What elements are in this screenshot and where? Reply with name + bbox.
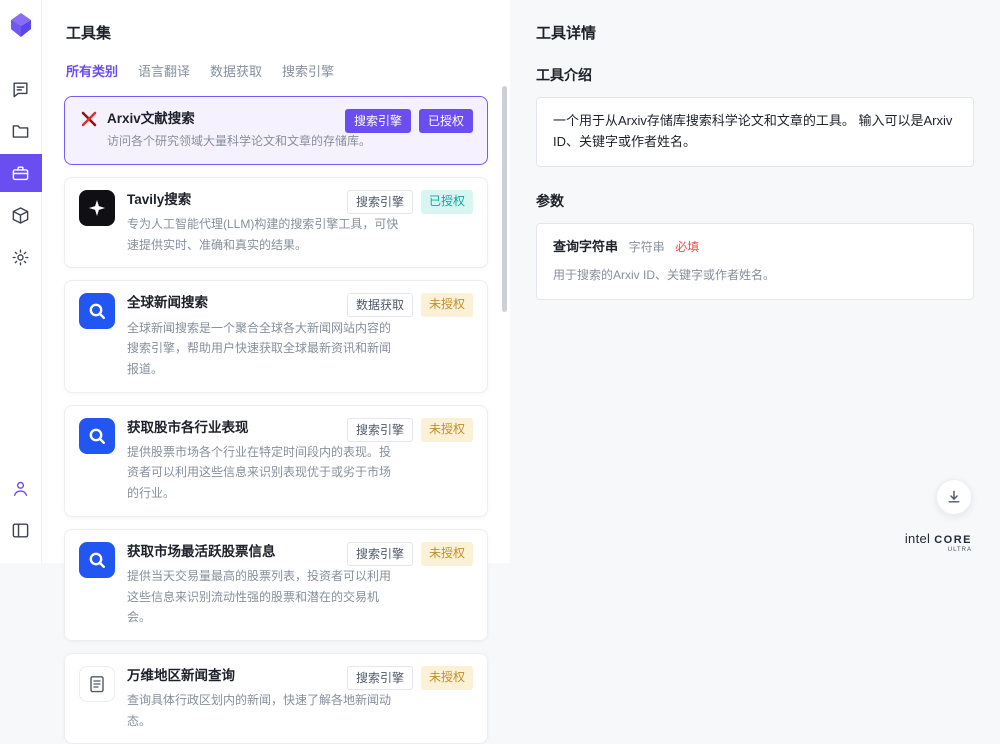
category-badge: 搜索引擎 bbox=[347, 190, 413, 214]
app-window: 工具集 所有类别 语言翻译 数据获取 搜索引擎 Arxiv文献搜索 访 bbox=[0, 0, 1000, 563]
package-icon bbox=[11, 206, 30, 225]
category-badge: 搜索引擎 bbox=[347, 418, 413, 442]
tool-card-description: 提供股票市场各个行业在特定时间段内的表现。投资者可以利用这些信息来识别表现优于或… bbox=[127, 442, 399, 504]
params-heading: 参数 bbox=[536, 191, 974, 211]
status-badge: 未授权 bbox=[421, 542, 473, 566]
briefcase-icon bbox=[11, 164, 30, 183]
tool-detail-panel: 工具详情 工具介绍 一个用于从Arxiv存储库搜索科学论文和文章的工具。 输入可… bbox=[510, 0, 1000, 563]
intel-core-badge: intel CORE ULTRA bbox=[905, 531, 972, 553]
tool-tile bbox=[79, 293, 115, 329]
arxiv-x-icon bbox=[79, 109, 99, 129]
tool-card-description: 专为人工智能代理(LLM)构建的搜索引擎工具，可快速提供实时、准确和真实的结果。 bbox=[127, 214, 399, 255]
status-badge: 未授权 bbox=[421, 666, 473, 690]
sidebar-item-chat[interactable] bbox=[0, 70, 42, 108]
category-badge: 搜索引擎 bbox=[347, 666, 413, 690]
left-rail bbox=[0, 0, 42, 563]
user-icon bbox=[11, 479, 30, 498]
sidebar-item-account[interactable] bbox=[0, 469, 42, 507]
intro-heading: 工具介绍 bbox=[536, 65, 974, 85]
sidebar-item-settings[interactable] bbox=[0, 238, 42, 276]
sidebar-item-files[interactable] bbox=[0, 112, 42, 150]
tool-card-regional-news[interactable]: 万维地区新闻查询 查询具体行政区划内的新闻，快速了解各地新闻动态。 搜索引擎 未… bbox=[64, 653, 488, 744]
panel-layout-icon bbox=[11, 521, 30, 540]
param-required-flag: 必填 bbox=[675, 240, 699, 254]
tool-card-description: 提供当天交易量最高的股票列表，投资者可以利用这些信息来识别流动性强的股票和潜在的… bbox=[127, 566, 399, 628]
param-description: 用于搜索的Arxiv ID、关键字或作者姓名。 bbox=[553, 266, 957, 285]
detail-title: 工具详情 bbox=[536, 22, 974, 43]
tool-card-most-active-stocks[interactable]: 获取市场最活跃股票信息 提供当天交易量最高的股票列表，投资者可以利用这些信息来识… bbox=[64, 529, 488, 641]
news-search-icon bbox=[87, 550, 107, 570]
download-icon bbox=[946, 489, 962, 505]
tool-card-badges: 搜索引擎 已授权 bbox=[345, 109, 473, 133]
tool-tile bbox=[79, 542, 115, 578]
param-header-row: 查询字符串 字符串 必填 bbox=[553, 237, 957, 258]
intel-core-text: CORE bbox=[934, 534, 972, 546]
category-badge: 搜索引擎 bbox=[345, 109, 411, 133]
tool-card-tavily[interactable]: Tavily搜索 专为人工智能代理(LLM)构建的搜索引擎工具，可快速提供实时、… bbox=[64, 177, 488, 269]
rail-bottom-group bbox=[0, 469, 42, 553]
tool-card-badges: 搜索引擎 已授权 bbox=[347, 190, 473, 214]
status-badge: 已授权 bbox=[421, 190, 473, 214]
tool-card-sector-performance[interactable]: 获取股市各行业表现 提供股票市场各个行业在特定时间段内的表现。投资者可以利用这些… bbox=[64, 405, 488, 517]
status-badge: 未授权 bbox=[421, 293, 473, 317]
status-badge: 未授权 bbox=[421, 418, 473, 442]
intel-brand-text: intel bbox=[905, 531, 930, 546]
sidebar-item-tools[interactable] bbox=[0, 154, 42, 192]
tool-card-badges: 数据获取 未授权 bbox=[347, 293, 473, 317]
tool-card-badges: 搜索引擎 未授权 bbox=[347, 418, 473, 442]
sparkle-icon bbox=[87, 198, 107, 218]
status-badge: 已授权 bbox=[419, 109, 473, 133]
tool-list-panel: 工具集 所有类别 语言翻译 数据获取 搜索引擎 Arxiv文献搜索 访 bbox=[42, 0, 510, 563]
tool-card-description: 全球新闻搜索是一个聚合全球各大新闻网站内容的搜索引擎，帮助用户快速获取全球最新资… bbox=[127, 318, 399, 380]
intro-box: 一个用于从Arxiv存储库搜索科学论文和文章的工具。 输入可以是Arxiv ID… bbox=[536, 97, 974, 167]
tool-card-global-news[interactable]: 全球新闻搜索 全球新闻搜索是一个聚合全球各大新闻网站内容的搜索引擎，帮助用户快速… bbox=[64, 280, 488, 392]
document-news-icon bbox=[87, 674, 107, 694]
sidebar-item-packages[interactable] bbox=[0, 196, 42, 234]
tool-tile bbox=[79, 190, 115, 226]
list-scrollbar-thumb[interactable] bbox=[502, 86, 507, 312]
category-badge: 搜索引擎 bbox=[347, 542, 413, 566]
page-title: 工具集 bbox=[66, 22, 488, 43]
app-logo-gem-icon bbox=[9, 12, 33, 38]
tool-tile bbox=[79, 418, 115, 454]
tool-card-description: 访问各个研究领域大量科学论文和文章的存储库。 bbox=[107, 131, 379, 152]
folder-icon bbox=[11, 122, 30, 141]
tab-language-translation[interactable]: 语言翻译 bbox=[138, 61, 190, 80]
chat-icon bbox=[11, 80, 30, 99]
param-name: 查询字符串 bbox=[553, 239, 618, 254]
news-search-icon bbox=[87, 301, 107, 321]
category-tabs: 所有类别 语言翻译 数据获取 搜索引擎 bbox=[66, 61, 488, 80]
tab-search-engine[interactable]: 搜索引擎 bbox=[282, 61, 334, 80]
param-type: 字符串 bbox=[629, 240, 665, 254]
download-button[interactable] bbox=[936, 479, 972, 515]
tool-tile bbox=[79, 666, 115, 702]
param-box: 查询字符串 字符串 必填 用于搜索的Arxiv ID、关键字或作者姓名。 bbox=[536, 223, 974, 300]
news-search-icon bbox=[87, 426, 107, 446]
tool-card-arxiv[interactable]: Arxiv文献搜索 访问各个研究领域大量科学论文和文章的存储库。 搜索引擎 已授… bbox=[64, 96, 488, 165]
intel-ultra-text: ULTRA bbox=[948, 547, 972, 553]
tool-card-list: Arxiv文献搜索 访问各个研究领域大量科学论文和文章的存储库。 搜索引擎 已授… bbox=[64, 96, 488, 744]
tool-card-badges: 搜索引擎 未授权 bbox=[347, 542, 473, 566]
category-badge: 数据获取 bbox=[347, 293, 413, 317]
sidebar-item-collapse-panel[interactable] bbox=[0, 511, 42, 549]
tab-all-categories[interactable]: 所有类别 bbox=[66, 61, 118, 80]
gear-icon bbox=[11, 248, 30, 267]
tool-card-title: Arxiv文献搜索 bbox=[107, 109, 195, 129]
tab-data-fetch[interactable]: 数据获取 bbox=[210, 61, 262, 80]
tool-card-badges: 搜索引擎 未授权 bbox=[347, 666, 473, 690]
tool-card-description: 查询具体行政区划内的新闻，快速了解各地新闻动态。 bbox=[127, 690, 399, 731]
